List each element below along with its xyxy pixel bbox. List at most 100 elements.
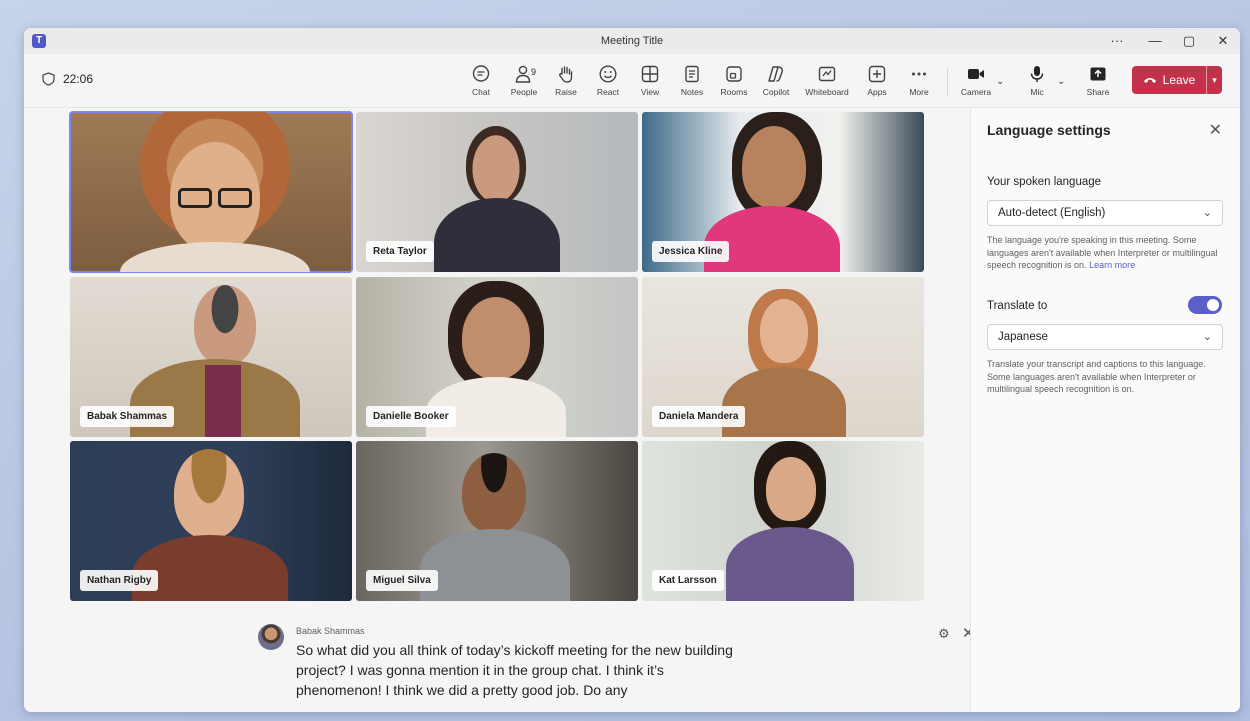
- share-icon: [1090, 67, 1106, 81]
- participant-shirt: [205, 365, 241, 437]
- leave-options-chevron-icon[interactable]: ▾: [1206, 66, 1222, 94]
- whiteboard-button[interactable]: Whiteboard: [805, 64, 849, 97]
- participant-face: [760, 299, 808, 363]
- whiteboard-label: Whiteboard: [805, 87, 849, 97]
- panel-title: Language settings: [987, 122, 1111, 138]
- leave-label: Leave: [1162, 73, 1196, 87]
- microphone-icon: [1030, 66, 1044, 82]
- chat-button[interactable]: Chat: [461, 64, 501, 97]
- grid-view-icon: [641, 65, 659, 83]
- close-window-button[interactable]: ✕: [1206, 28, 1240, 54]
- caption-text: So what did you all think of today’s kic…: [296, 642, 733, 698]
- mic-button[interactable]: Mic: [1017, 64, 1057, 97]
- view-label: View: [640, 87, 660, 97]
- panel-close-icon[interactable]: ✕: [1209, 120, 1222, 140]
- apps-label: Apps: [867, 87, 887, 97]
- chevron-down-icon: ⌄: [1202, 207, 1212, 219]
- participant-tile[interactable]: Miguel Silva: [356, 441, 638, 601]
- spoken-language-hint: The language you're speaking in this mee…: [987, 234, 1227, 272]
- participant-face: [766, 457, 816, 521]
- leave-button[interactable]: Leave: [1132, 66, 1206, 94]
- timer-text: 22:06: [63, 72, 94, 86]
- participant-name-tag: Jessica Kline: [652, 241, 730, 262]
- shield-icon: [42, 72, 55, 86]
- language-settings-panel: Language settings ✕ Your spoken language…: [970, 108, 1240, 712]
- notes-button[interactable]: Notes: [672, 64, 712, 97]
- participant-tile[interactable]: [69, 111, 353, 273]
- participant-tile[interactable]: Reta Taylor: [356, 112, 638, 272]
- meeting-toolbar: 22:06 Chat 9 People Raise React View Not…: [24, 54, 1240, 108]
- react-button[interactable]: React: [588, 64, 628, 97]
- raise-hand-button[interactable]: Raise: [546, 64, 586, 97]
- participant-name-tag: Kat Larsson: [652, 570, 724, 591]
- live-caption: Babak Shammas So what did you all think …: [258, 620, 975, 712]
- share-button[interactable]: Share: [1078, 64, 1118, 97]
- participant-body: [120, 242, 310, 272]
- react-label: React: [596, 87, 620, 97]
- more-label: More: [909, 87, 929, 97]
- title-bar: T Meeting Title ··· — ▢ ✕: [24, 28, 1240, 54]
- copilot-icon: [768, 66, 783, 82]
- people-label: People: [510, 87, 538, 97]
- chevron-down-icon: ⌄: [1202, 331, 1212, 343]
- participant-tile[interactable]: Jessica Kline: [642, 112, 924, 272]
- translate-hint: Translate your transcript and captions t…: [987, 359, 1206, 394]
- spoken-language-label: Your spoken language: [987, 176, 1102, 188]
- mic-options-chevron-icon[interactable]: ⌄: [1057, 76, 1065, 87]
- copilot-label: Copilot: [762, 87, 790, 97]
- notes-label: Notes: [680, 87, 704, 97]
- phone-hangup-icon: [1143, 78, 1156, 83]
- copilot-button[interactable]: Copilot: [756, 64, 796, 97]
- apps-button[interactable]: Apps: [857, 64, 897, 97]
- glasses-shape: [218, 188, 252, 208]
- avatar: [258, 624, 284, 650]
- participant-face: [466, 126, 526, 204]
- smiley-icon: [599, 65, 617, 83]
- participant-body: [434, 198, 560, 272]
- leave-button-group: Leave ▾: [1132, 66, 1222, 94]
- people-button[interactable]: 9 People: [504, 64, 544, 97]
- participant-tile[interactable]: Kat Larsson: [642, 441, 924, 601]
- rooms-button[interactable]: Rooms: [714, 64, 754, 97]
- camera-icon: [968, 69, 984, 79]
- share-label: Share: [1086, 87, 1110, 97]
- view-button[interactable]: View: [630, 64, 670, 97]
- more-options-button[interactable]: ···: [1100, 28, 1134, 54]
- learn-more-link[interactable]: Learn more: [1089, 260, 1135, 270]
- camera-button[interactable]: Camera: [956, 64, 996, 97]
- participant-name-tag: Nathan Rigby: [80, 570, 159, 591]
- camera-label: Camera: [960, 87, 992, 97]
- hand-icon: [559, 66, 573, 83]
- toolbar-divider: [947, 68, 948, 96]
- participant-face: [742, 126, 806, 208]
- participant-body: [726, 527, 854, 601]
- raise-label: Raise: [555, 87, 577, 97]
- participant-tile[interactable]: Babak Shammas: [70, 277, 352, 437]
- more-button[interactable]: More: [899, 64, 939, 97]
- participant-face: [462, 453, 526, 533]
- participant-name-tag: Daniela Mandera: [652, 406, 746, 427]
- participant-tile[interactable]: Nathan Rigby: [70, 441, 352, 601]
- participant-face: [174, 449, 244, 539]
- translate-language-value: Japanese: [998, 331, 1048, 343]
- maximize-button[interactable]: ▢: [1172, 28, 1206, 54]
- participant-name-tag: Danielle Booker: [366, 406, 456, 427]
- rooms-icon: [726, 66, 742, 82]
- meeting-window: T Meeting Title ··· — ▢ ✕ 22:06 Chat 9 P…: [24, 28, 1240, 712]
- participant-name-tag: Babak Shammas: [80, 406, 175, 427]
- minimize-button[interactable]: —: [1138, 28, 1172, 54]
- translate-toggle[interactable]: [1188, 296, 1222, 314]
- participant-body: [704, 206, 840, 272]
- translate-language-select[interactable]: Japanese ⌄: [987, 324, 1223, 350]
- participant-body: [420, 529, 570, 601]
- participant-tile[interactable]: Danielle Booker: [356, 277, 638, 437]
- caption-settings-gear-icon[interactable]: ⚙: [938, 626, 950, 642]
- spoken-language-select[interactable]: Auto-detect (English) ⌄: [987, 200, 1223, 226]
- participant-tile[interactable]: Daniela Mandera: [642, 277, 924, 437]
- camera-options-chevron-icon[interactable]: ⌄: [996, 76, 1004, 87]
- spoken-language-value: Auto-detect (English): [998, 207, 1106, 219]
- whiteboard-icon: [818, 66, 836, 82]
- notes-icon: [685, 65, 699, 83]
- ellipsis-icon: [912, 72, 926, 76]
- meeting-timer: 22:06: [42, 72, 93, 86]
